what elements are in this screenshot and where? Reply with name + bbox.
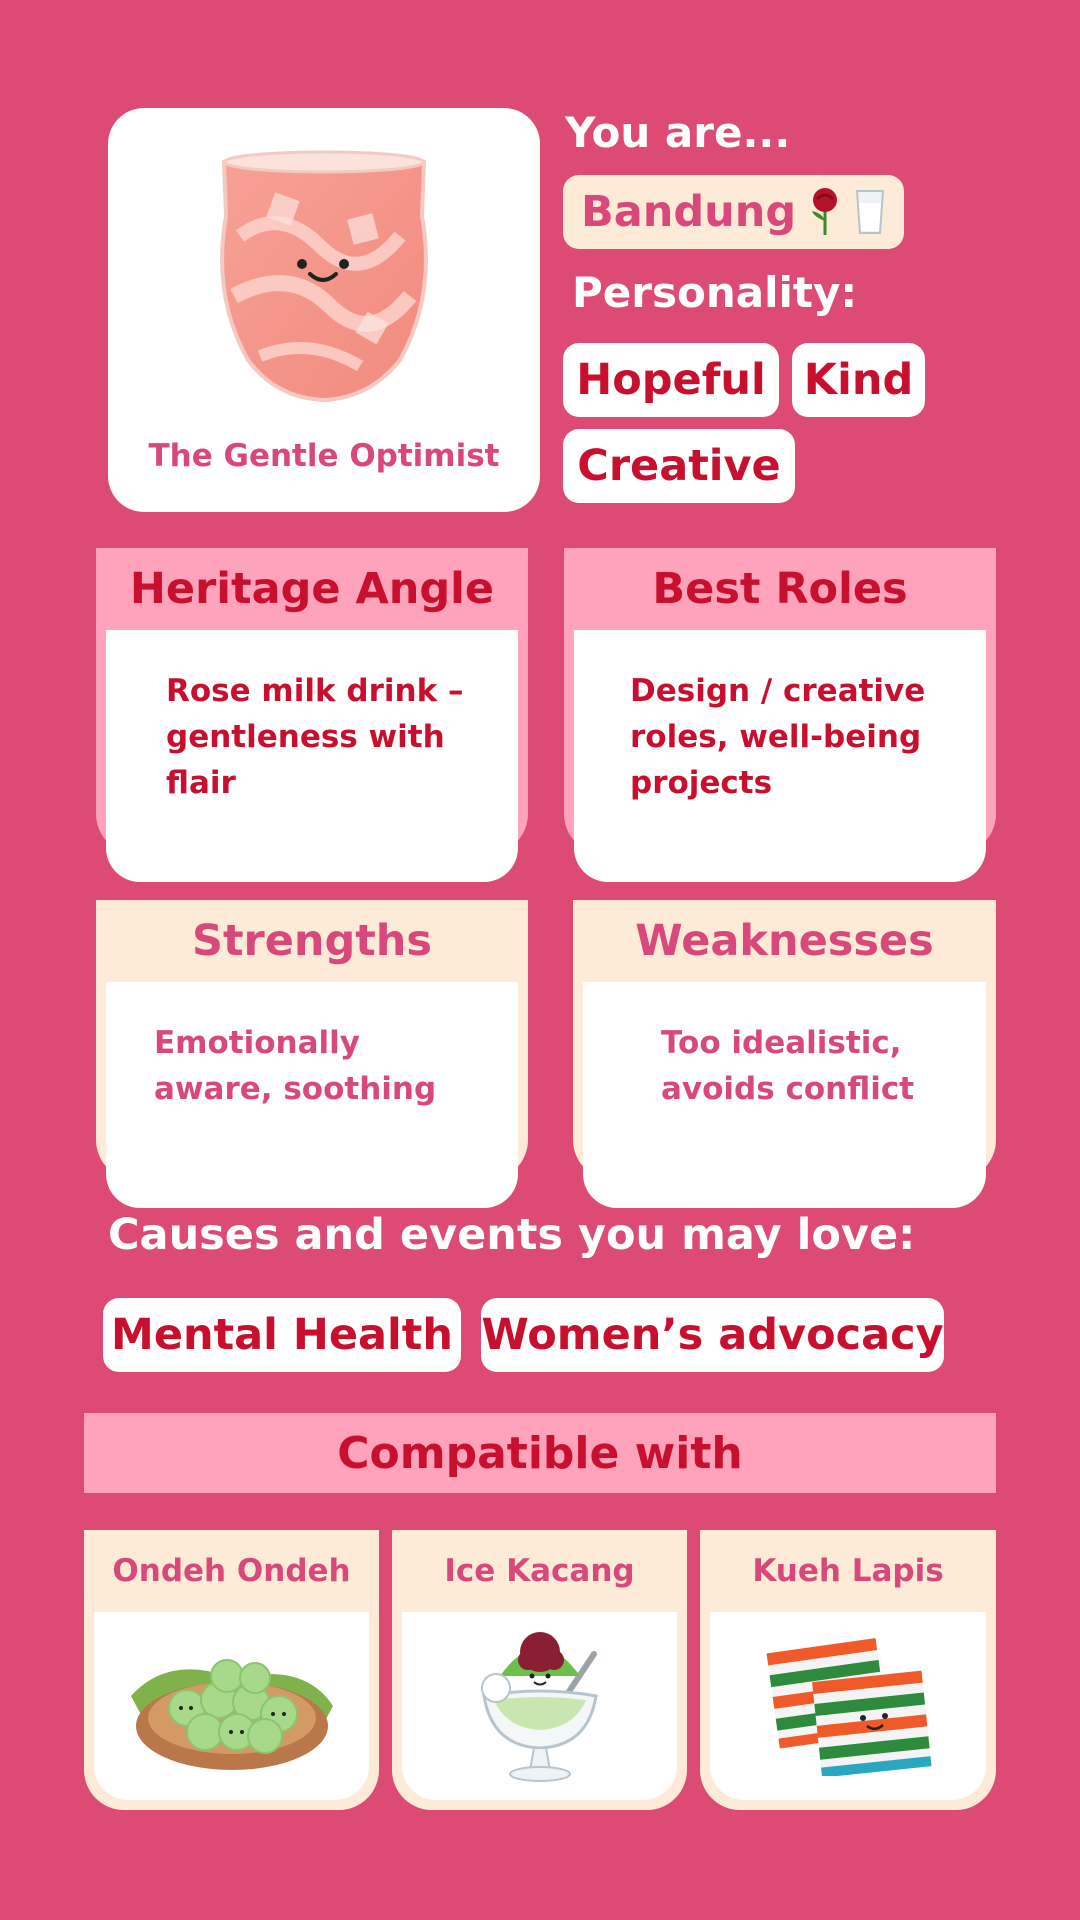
card-title: Best Roles (652, 564, 908, 614)
trait-tag-kind: Kind (792, 343, 925, 417)
compatible-card-ondeh-ondeh: Ondeh Ondeh (84, 1530, 379, 1810)
cause-tag-mental-health: Mental Health (103, 1298, 461, 1372)
food-name: Ice Kacang (444, 1553, 635, 1589)
result-name: Bandung (581, 187, 797, 237)
compatible-card-ice-kacang: Ice Kacang (392, 1530, 687, 1810)
food-name: Kueh Lapis (752, 1553, 944, 1589)
kueh-lapis-icon (766, 1638, 932, 1776)
food-picture (710, 1612, 986, 1800)
trait-tag-hopeful: Hopeful (563, 343, 779, 417)
personality-label: Personality: (572, 268, 858, 317)
trait-tag-creative: Creative (563, 429, 795, 503)
food-name: Ondeh Ondeh (112, 1553, 351, 1589)
you-are-label: You are... (565, 108, 791, 157)
result-image-card: The Gentle Optimist (108, 108, 540, 512)
card-title: Heritage Angle (129, 564, 495, 614)
food-picture (402, 1612, 677, 1800)
card-title: Strengths (191, 916, 433, 966)
card-text: Rose milk drink – gentleness with flair (106, 630, 518, 882)
weaknesses-card: Weaknesses Too idealistic, avoids confli… (573, 900, 996, 1208)
card-text: Design / creative roles, well-being proj… (574, 630, 986, 882)
compatible-card-kueh-lapis: Kueh Lapis (700, 1530, 996, 1810)
bandung-drink-icon (220, 150, 428, 403)
result-badge: Bandung (563, 175, 904, 249)
card-text: Too idealistic, avoids conflict (583, 982, 986, 1208)
card-title: Weaknesses (635, 916, 934, 966)
card-text: Emotionally aware, soothing (106, 982, 518, 1208)
food-picture (94, 1612, 369, 1800)
persona-caption: The Gentle Optimist (148, 438, 500, 474)
best-roles-card: Best Roles Design / creative roles, well… (564, 548, 996, 882)
heritage-angle-card: Heritage Angle Rose milk drink – gentlen… (96, 548, 528, 882)
strengths-card: Strengths Emotionally aware, soothing (96, 900, 528, 1208)
milk-glass-icon (856, 190, 885, 234)
ondeh-ondeh-icon (130, 1659, 333, 1770)
compatible-header: Compatible with (84, 1413, 996, 1493)
rose-icon (812, 188, 838, 235)
ice-kacang-icon (480, 1632, 598, 1782)
causes-label: Causes and events you may love: (108, 1210, 916, 1260)
cause-tag-womens-advocacy: Women’s advocacy (481, 1298, 944, 1372)
